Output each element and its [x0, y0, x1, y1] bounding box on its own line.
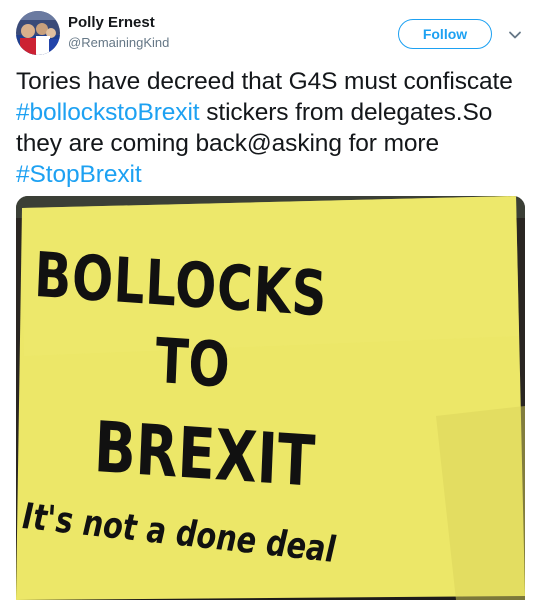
follow-button[interactable]: Follow — [398, 19, 492, 49]
display-name[interactable]: Polly Ernest — [68, 14, 169, 32]
tweet-text-segment: Tories have decreed that G4S must confis… — [16, 68, 513, 95]
avatar-image — [16, 11, 60, 55]
tweet-card: Polly Ernest @RemainingKind Follow Torie… — [0, 0, 549, 600]
hashtag-link[interactable]: #bollockstoBrexit — [16, 99, 200, 126]
chevron-down-icon[interactable] — [508, 28, 522, 42]
tweet-text: Tories have decreed that G4S must confis… — [16, 66, 536, 190]
author-info: Polly Ernest @RemainingKind — [68, 14, 169, 52]
tweet-photo[interactable]: BOLLOCKS TO BREXIT It's not a done deal — [16, 196, 525, 600]
avatar[interactable] — [16, 11, 60, 55]
photo-image — [16, 196, 525, 600]
user-handle[interactable]: @RemainingKind — [68, 34, 169, 52]
hashtag-link[interactable]: #StopBrexit — [16, 161, 142, 188]
